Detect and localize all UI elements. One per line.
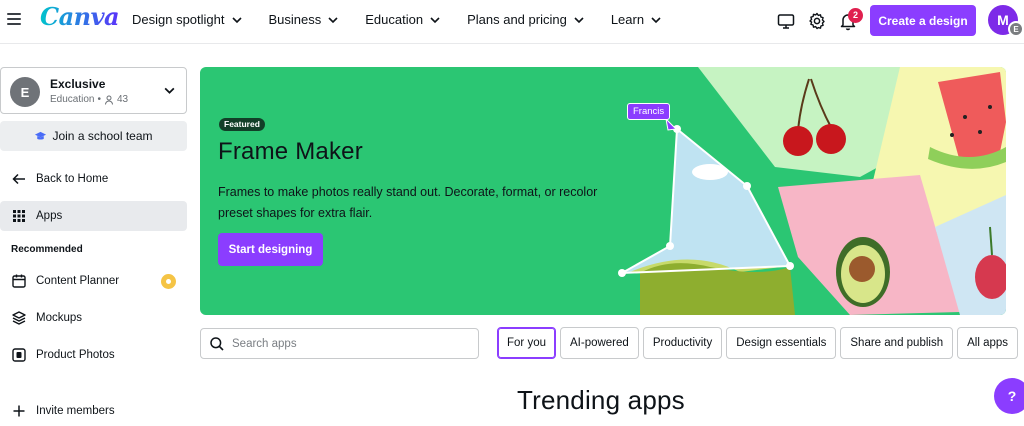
- main-nav: Design spotlight Business Education Plan…: [132, 12, 688, 27]
- filter-productivity[interactable]: Productivity: [642, 327, 723, 359]
- featured-badge: Featured: [219, 118, 265, 131]
- product-photos-label: Product Photos: [36, 349, 115, 361]
- sidebar-item-mockups[interactable]: Mockups: [0, 303, 187, 333]
- team-switcher[interactable]: E Exclusive Education • 43: [0, 67, 187, 114]
- chevron-down-icon: [328, 16, 338, 23]
- filter-for-you[interactable]: For you: [497, 327, 556, 359]
- canva-logo[interactable]: Canva: [40, 2, 120, 31]
- chevron-down-icon: [430, 16, 440, 23]
- arrow-left-icon: [12, 173, 25, 185]
- menu-icon[interactable]: [7, 13, 21, 27]
- top-bar: Canva Design spotlight Business Educatio…: [0, 0, 1024, 44]
- create-a-design-button[interactable]: Create a design: [870, 5, 976, 36]
- app-filter-tabs: For you AI-powered Productivity Design e…: [497, 327, 1022, 359]
- filter-all-apps[interactable]: All apps: [957, 327, 1019, 359]
- desktop-app-icon[interactable]: [776, 11, 796, 31]
- nav-business[interactable]: Business: [269, 12, 340, 27]
- chevron-down-icon: [574, 16, 584, 23]
- collaborator-cursor-label: Francis: [627, 103, 671, 120]
- nav-label: Business: [268, 12, 322, 27]
- search-apps-field[interactable]: [200, 328, 479, 359]
- team-avatar: E: [10, 77, 40, 107]
- search-icon: [210, 336, 224, 351]
- layers-icon: [12, 311, 26, 325]
- nav-plans-and-pricing[interactable]: Plans and pricing: [467, 12, 585, 27]
- apps-grid-icon: [13, 210, 25, 222]
- trending-apps-heading: Trending apps: [517, 385, 685, 415]
- apps-label: Apps: [36, 210, 63, 222]
- invite-members-button[interactable]: Invite members: [0, 396, 187, 426]
- nav-label: Education: [365, 12, 424, 27]
- banner-description: Frames to make photos really stand out. …: [218, 185, 598, 220]
- mockups-label: Mockups: [36, 312, 83, 324]
- plus-icon: [13, 405, 25, 417]
- banner-title: Frame Maker: [218, 138, 363, 165]
- chevron-down-icon: [164, 87, 175, 94]
- sidebar-item-product-photos[interactable]: Product Photos: [0, 340, 187, 370]
- featured-banner: Francis Featured Frame Maker Frames to m…: [200, 67, 1006, 315]
- help-button[interactable]: ?: [994, 378, 1024, 414]
- filter-ai-powered[interactable]: AI-powered: [560, 327, 639, 359]
- sidebar-item-apps[interactable]: Apps: [0, 201, 187, 231]
- join-label: Join a school team: [52, 129, 153, 143]
- nav-label: Design spotlight: [132, 12, 225, 27]
- product-photo-icon: [12, 348, 26, 362]
- invite-label: Invite members: [36, 405, 115, 417]
- team-member-count: 43: [117, 94, 129, 105]
- nav-design-spotlight[interactable]: Design spotlight: [132, 12, 243, 27]
- nav-label: Learn: [610, 12, 645, 27]
- calendar-icon: [12, 274, 26, 288]
- filter-share-and-publish[interactable]: Share and publish: [840, 327, 954, 359]
- team-avatar-badge: E: [1008, 21, 1024, 37]
- back-label: Back to Home: [36, 173, 109, 185]
- chevron-down-icon: [651, 16, 661, 23]
- team-name: Exclusive: [50, 77, 106, 91]
- chevron-down-icon: [231, 16, 242, 23]
- nav-learn[interactable]: Learn: [611, 12, 662, 27]
- new-indicator-badge: [161, 274, 176, 289]
- join-school-team-button[interactable]: Join a school team: [0, 121, 187, 151]
- recommended-heading: Recommended: [11, 244, 83, 255]
- nav-label: Plans and pricing: [467, 12, 567, 27]
- sidebar-item-content-planner[interactable]: Content Planner: [0, 266, 187, 296]
- settings-gear-icon[interactable]: [807, 11, 827, 31]
- graduation-cap-icon: [35, 131, 47, 140]
- separator-dot: •: [97, 94, 101, 105]
- start-designing-button[interactable]: Start designing: [218, 233, 323, 266]
- filter-design-essentials[interactable]: Design essentials: [726, 327, 837, 359]
- search-apps-input[interactable]: [232, 337, 462, 350]
- notification-badge: 2: [848, 8, 863, 23]
- team-details: Education • 43: [50, 94, 128, 105]
- back-to-home-link[interactable]: Back to Home: [0, 164, 187, 194]
- content-planner-label: Content Planner: [36, 275, 120, 287]
- people-icon: [105, 95, 113, 105]
- nav-education[interactable]: Education: [365, 12, 441, 27]
- team-type: Education: [50, 94, 95, 105]
